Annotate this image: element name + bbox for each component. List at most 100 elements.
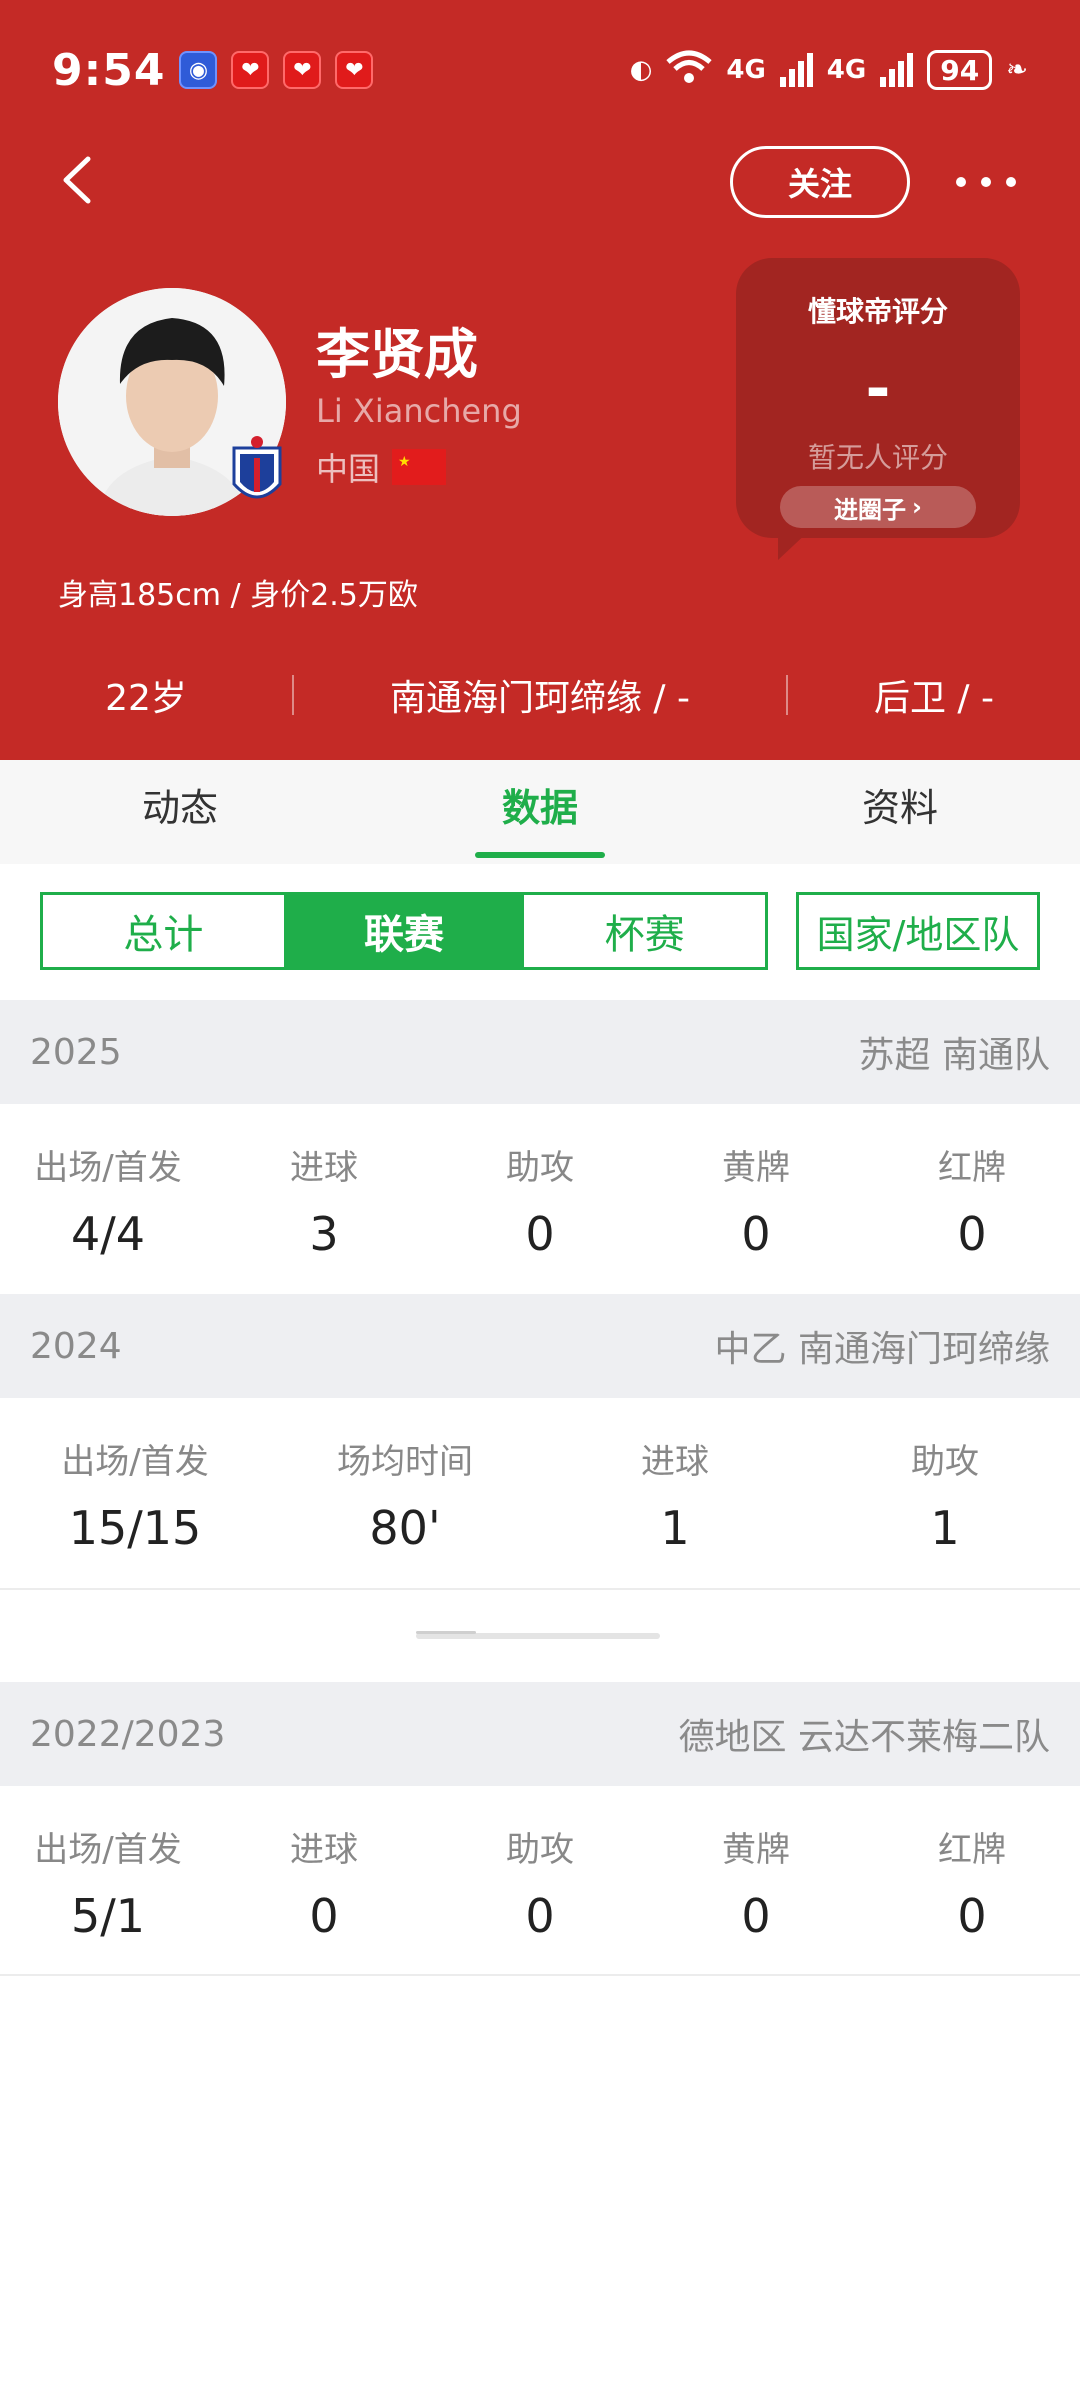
stat-red-cards: 红牌 0 bbox=[864, 1140, 1080, 1261]
stat-assists: 助攻 0 bbox=[432, 1822, 648, 1943]
stat-goals: 进球 3 bbox=[216, 1140, 432, 1261]
divider bbox=[0, 1974, 1080, 1976]
season-header: 2025 苏超 南通队 bbox=[0, 1000, 1080, 1104]
app-notification-icon: ❤ bbox=[283, 51, 322, 89]
season-year: 2025 bbox=[30, 1031, 122, 1073]
network-label-2: 4G bbox=[826, 55, 867, 85]
stat-label: 黄牌 bbox=[722, 1830, 790, 1870]
stat-appearances: 出场/首发 4/4 bbox=[0, 1140, 216, 1261]
stat-label: 助攻 bbox=[911, 1442, 979, 1482]
season-year: 2022/2023 bbox=[30, 1713, 226, 1755]
status-bar: 9:54 ◉ ❤ ❤ ❤ ◐ 4G 4G 94 ❧ bbox=[52, 40, 1028, 100]
battery-indicator: 94 bbox=[927, 50, 993, 90]
leaf-icon: ❧ bbox=[1006, 55, 1028, 85]
rating-value: - bbox=[865, 354, 891, 424]
stat-value: 1 bbox=[660, 1501, 690, 1555]
player-position: 后卫 / - bbox=[873, 678, 994, 719]
stat-value: 5/1 bbox=[70, 1889, 146, 1943]
season-team: 中乙 南通海门珂缔缘 bbox=[714, 1329, 1050, 1370]
height-value-info: 身高185cm / 身价2.5万欧 bbox=[58, 578, 418, 613]
season-header: 2024 中乙 南通海门珂缔缘 bbox=[0, 1294, 1080, 1398]
divider bbox=[0, 1588, 1080, 1590]
stat-goals: 进球 1 bbox=[540, 1434, 810, 1555]
country-label: 中国 bbox=[316, 450, 381, 488]
china-flag-icon: ★ bbox=[392, 449, 447, 485]
stat-assists: 助攻 0 bbox=[432, 1140, 648, 1261]
main-tabs: 动态 数据 资料 bbox=[0, 760, 1080, 864]
club-crest-icon bbox=[230, 434, 284, 510]
stat-appearances: 出场/首发 5/1 bbox=[0, 1822, 216, 1943]
season-header: 2022/2023 德地区 云达不莱梅二队 bbox=[0, 1682, 1080, 1786]
network-label: 4G bbox=[726, 55, 766, 85]
player-country: 中国 ★ bbox=[316, 444, 447, 490]
stat-appearances: 出场/首发 15/15 bbox=[0, 1434, 270, 1555]
player-header: 9:54 ◉ ❤ ❤ ❤ ◐ 4G 4G 94 ❧ 关注 李贤成 Li Xian… bbox=[0, 0, 1080, 760]
stat-avg-minutes: 场均时间 80' bbox=[270, 1434, 540, 1555]
season-team: 苏超 南通队 bbox=[858, 1035, 1050, 1076]
tab-data[interactable]: 数据 bbox=[360, 760, 720, 864]
join-circle-button[interactable]: 进圈子 › bbox=[780, 486, 976, 528]
expand-handle-icon[interactable] bbox=[416, 1628, 660, 1642]
player-name: 李贤成 bbox=[316, 323, 478, 386]
stat-value: 0 bbox=[741, 1207, 771, 1261]
stat-label: 红牌 bbox=[938, 1148, 1006, 1188]
rating-subtitle: 暂无人评分 bbox=[807, 441, 948, 474]
competition-filter: 总计 联赛 杯赛 bbox=[40, 892, 768, 970]
join-circle-label: 进圈子 bbox=[834, 495, 907, 524]
national-team-button[interactable]: 国家/地区队 bbox=[796, 892, 1040, 970]
chevron-right-icon: › bbox=[912, 493, 922, 521]
notification-icons: ◉ ❤ ❤ ❤ bbox=[179, 51, 374, 89]
stat-label: 进球 bbox=[290, 1148, 358, 1188]
alarm-icon: ◐ bbox=[629, 55, 653, 85]
stat-label: 红牌 bbox=[938, 1830, 1006, 1870]
stat-label: 助攻 bbox=[506, 1148, 574, 1188]
tab-news[interactable]: 动态 bbox=[0, 760, 360, 864]
stat-value: 80' bbox=[369, 1501, 441, 1555]
player-club: 南通海门珂缔缘 / - bbox=[389, 678, 690, 719]
stat-label: 黄牌 bbox=[722, 1148, 790, 1188]
app-notification-icon: ❤ bbox=[231, 51, 270, 89]
stat-value: 0 bbox=[957, 1207, 987, 1261]
player-name-english: Li Xiancheng bbox=[316, 392, 522, 430]
stat-value: 0 bbox=[525, 1207, 555, 1261]
stat-label: 进球 bbox=[290, 1830, 358, 1870]
stat-label: 场均时间 bbox=[337, 1442, 473, 1482]
tab-profile[interactable]: 资料 bbox=[720, 760, 1080, 864]
stat-value: 4/4 bbox=[70, 1207, 146, 1261]
season-stats: 出场/首发 15/15 场均时间 80' 进球 1 助攻 1 bbox=[0, 1434, 1080, 1555]
rating-card[interactable]: 懂球帝评分 - 暂无人评分 进圈子 › bbox=[736, 258, 1020, 538]
stat-label: 进球 bbox=[641, 1442, 709, 1482]
season-stats: 出场/首发 4/4 进球 3 助攻 0 黄牌 0 红牌 0 bbox=[0, 1140, 1080, 1261]
subtab-total[interactable]: 总计 bbox=[43, 895, 284, 967]
stat-goals: 进球 0 bbox=[216, 1822, 432, 1943]
rating-card-tail bbox=[778, 530, 810, 560]
status-time: 9:54 bbox=[52, 44, 166, 96]
more-options-icon[interactable] bbox=[956, 162, 1016, 202]
stat-red-cards: 红牌 0 bbox=[864, 1822, 1080, 1943]
stat-value: 0 bbox=[741, 1889, 771, 1943]
stat-yellow-cards: 黄牌 0 bbox=[648, 1822, 864, 1943]
season-team: 德地区 云达不莱梅二队 bbox=[678, 1717, 1050, 1758]
player-info-row: 22岁 南通海门珂缔缘 / - 后卫 / - bbox=[0, 660, 1080, 730]
season-stats: 出场/首发 5/1 进球 0 助攻 0 黄牌 0 红牌 0 bbox=[0, 1822, 1080, 1943]
stat-assists: 助攻 1 bbox=[810, 1434, 1080, 1555]
player-age: 22岁 bbox=[105, 678, 187, 719]
stat-value: 15/15 bbox=[68, 1501, 202, 1555]
stat-label: 出场/首发 bbox=[61, 1442, 209, 1482]
stat-yellow-cards: 黄牌 0 bbox=[648, 1140, 864, 1261]
stat-value: 0 bbox=[525, 1889, 555, 1943]
app-notification-icon: ◉ bbox=[179, 51, 218, 89]
signal-icon bbox=[779, 53, 813, 87]
subtab-league[interactable]: 联赛 bbox=[283, 895, 525, 967]
stat-value: 0 bbox=[957, 1889, 987, 1943]
app-notification-icon: ❤ bbox=[335, 51, 374, 89]
subtab-cup[interactable]: 杯赛 bbox=[524, 895, 765, 967]
stat-label: 助攻 bbox=[506, 1830, 574, 1870]
season-year: 2024 bbox=[30, 1325, 122, 1367]
back-icon[interactable] bbox=[58, 155, 98, 205]
follow-button[interactable]: 关注 bbox=[730, 146, 910, 218]
stat-label: 出场/首发 bbox=[34, 1830, 182, 1870]
stat-value: 1 bbox=[930, 1501, 960, 1555]
stat-label: 出场/首发 bbox=[34, 1148, 182, 1188]
wifi-icon bbox=[666, 50, 712, 91]
